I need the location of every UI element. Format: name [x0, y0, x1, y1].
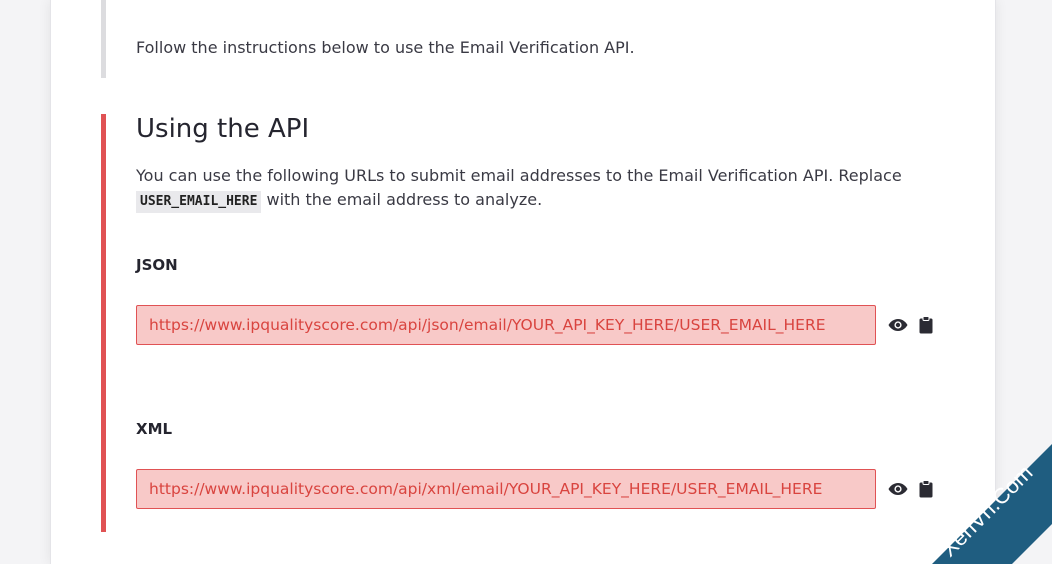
section-description: You can use the following URLs to submit… — [136, 164, 916, 213]
description-text-after: with the email address to analyze. — [261, 190, 543, 209]
xml-url-field[interactable]: https://www.ipqualityscore.com/api/xml/e… — [136, 469, 876, 509]
clipboard-icon — [919, 316, 933, 334]
json-reveal-button[interactable] — [888, 315, 908, 335]
intro-text: Follow the instructions below to use the… — [136, 38, 635, 57]
watermark-ribbon: XenVn.Com — [932, 444, 1052, 564]
intro-blockquote: Follow the instructions below to use the… — [101, 0, 926, 78]
using-api-section: Using the API You can use the following … — [101, 114, 936, 532]
eye-icon — [888, 319, 908, 331]
json-label: JSON — [136, 256, 178, 274]
json-copy-button[interactable] — [916, 315, 936, 335]
watermark-logo: XenVn.Com — [882, 394, 1052, 564]
content-page: Follow the instructions below to use the… — [50, 0, 996, 564]
section-title: Using the API — [136, 114, 310, 144]
description-text-before: You can use the following URLs to submit… — [136, 166, 902, 185]
json-url-field[interactable]: https://www.ipqualityscore.com/api/json/… — [136, 305, 876, 345]
user-email-placeholder-code: USER_EMAIL_HERE — [136, 191, 262, 213]
xml-label: XML — [136, 420, 173, 438]
